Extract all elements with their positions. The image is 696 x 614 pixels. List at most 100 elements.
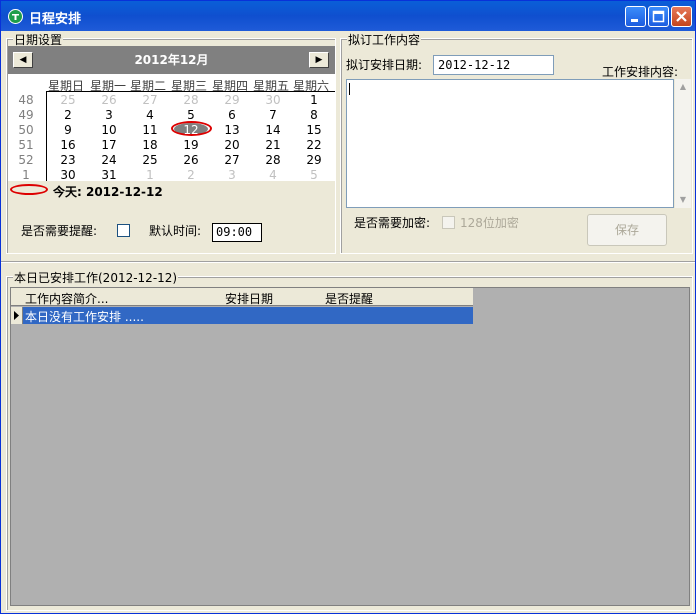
default-time-input[interactable]: 09:00 xyxy=(212,223,262,242)
calendar-day[interactable]: 1 xyxy=(130,168,170,182)
close-button[interactable] xyxy=(671,6,692,27)
calendar-dow: 星期三 xyxy=(171,79,208,93)
calendar-day[interactable]: 31 xyxy=(89,168,129,182)
calendar-day[interactable]: 11 xyxy=(130,123,170,137)
calendar-day[interactable]: 14 xyxy=(253,123,293,137)
calendar-day[interactable]: 15 xyxy=(294,123,334,137)
calendar-week-number: 50 xyxy=(18,123,34,137)
calendar-day[interactable]: 13 xyxy=(212,123,252,137)
arrow-right-icon: ▶ xyxy=(315,55,323,65)
reminder-label: 是否需要提醒: xyxy=(21,224,98,238)
calendar-day[interactable]: 12 xyxy=(171,123,211,137)
calendar-day[interactable]: 19 xyxy=(171,138,211,152)
arrow-left-icon: ◀ xyxy=(19,55,27,65)
calendar-day[interactable]: 26 xyxy=(89,93,129,107)
grid-header: 工作内容简介... 安排日期 是否提醒 xyxy=(11,288,473,306)
scheduled-legend: 本日已安排工作(2012-12-12) xyxy=(13,269,179,286)
calendar-day[interactable]: 22 xyxy=(294,138,334,152)
minimize-button[interactable] xyxy=(625,6,646,27)
calendar-dow: 星期六 xyxy=(293,79,330,93)
draft-legend: 拟订工作内容 xyxy=(347,31,422,48)
calendar-day[interactable]: 2 xyxy=(48,108,88,122)
draft-date-label: 拟订安排日期: xyxy=(346,58,423,72)
main-window: 日程安排 日期设置 2012年12月 ◀ ▶ 星期日 星期一 星期二 星期三 星期四 星期… xyxy=(0,0,696,614)
col-reminder[interactable]: 是否提醒 xyxy=(325,290,373,307)
col-date[interactable]: 安排日期 xyxy=(225,290,273,307)
splitter[interactable] xyxy=(1,261,695,263)
calendar-week-number: 52 xyxy=(18,153,34,167)
calendar-day[interactable]: 10 xyxy=(89,123,129,137)
content-scrollbar[interactable]: ▲ ▼ xyxy=(675,79,691,208)
calendar-day[interactable]: 25 xyxy=(130,153,170,167)
app-icon xyxy=(8,9,23,24)
calendar-day[interactable]: 28 xyxy=(171,93,211,107)
calendar-day[interactable]: 25 xyxy=(48,93,88,107)
calendar-day[interactable]: 26 xyxy=(171,153,211,167)
today-annotation-circle xyxy=(10,184,48,195)
calendar-day[interactable]: 8 xyxy=(294,108,334,122)
calendar-dow: 星期日 xyxy=(48,79,85,93)
calendar-header: 2012年12月 ◀ ▶ xyxy=(8,46,335,74)
maximize-icon xyxy=(652,10,665,23)
calendar-day[interactable]: 9 xyxy=(48,123,88,137)
calendar-day[interactable]: 17 xyxy=(89,138,129,152)
encrypt-option-label: 128位加密 xyxy=(460,216,519,230)
calendar-day[interactable]: 30 xyxy=(48,168,88,182)
calendar-day[interactable]: 27 xyxy=(130,93,170,107)
draft-date-input[interactable]: 2012-12-12 xyxy=(433,55,554,75)
calendar-day[interactable]: 23 xyxy=(48,153,88,167)
calendar-day[interactable]: 4 xyxy=(253,168,293,182)
calendar-dow: 星期二 xyxy=(130,79,167,93)
encrypt-checkbox[interactable] xyxy=(442,216,455,229)
calendar-dow: 星期五 xyxy=(253,79,290,93)
title-bar[interactable]: 日程安排 xyxy=(1,1,695,31)
text-cursor xyxy=(349,83,350,95)
scroll-down-icon[interactable]: ▼ xyxy=(675,192,691,208)
calendar-day[interactable]: 6 xyxy=(212,108,252,122)
calendar-week-number: 51 xyxy=(18,138,34,152)
calendar-prev-button[interactable]: ◀ xyxy=(13,52,33,68)
today-link[interactable]: 今天: 2012-12-12 xyxy=(53,183,163,200)
table-row[interactable]: 本日没有工作安排 ..... xyxy=(11,307,473,324)
calendar-day[interactable]: 2 xyxy=(171,168,211,182)
calendar-day[interactable]: 21 xyxy=(253,138,293,152)
scroll-up-icon[interactable]: ▲ xyxy=(675,79,691,95)
calendar-day[interactable]: 24 xyxy=(89,153,129,167)
default-time-label: 默认时间: xyxy=(149,224,202,238)
calendar-day[interactable]: 27 xyxy=(212,153,252,167)
calendar-day[interactable]: 28 xyxy=(253,153,293,167)
calendar-day[interactable]: 30 xyxy=(253,93,293,107)
calendar-next-button[interactable]: ▶ xyxy=(309,52,329,68)
content-textarea[interactable] xyxy=(346,79,674,208)
calendar-week-number: 1 xyxy=(22,168,30,182)
calendar-day[interactable]: 29 xyxy=(294,153,334,167)
maximize-button[interactable] xyxy=(648,6,669,27)
scheduled-grid[interactable]: 工作内容简介... 安排日期 是否提醒 本日没有工作安排 ..... xyxy=(10,287,690,606)
calendar-day[interactable]: 3 xyxy=(89,108,129,122)
row-summary: 本日没有工作安排 ..... xyxy=(25,310,144,324)
calendar-day[interactable]: 7 xyxy=(253,108,293,122)
calendar-day[interactable]: 1 xyxy=(294,93,334,107)
calendar-day[interactable]: 5 xyxy=(171,108,211,122)
close-icon xyxy=(676,11,687,22)
calendar-day[interactable]: 5 xyxy=(294,168,334,182)
col-summary[interactable]: 工作内容简介... xyxy=(25,290,108,307)
window-title: 日程安排 xyxy=(29,12,82,27)
calendar-day[interactable]: 18 xyxy=(130,138,170,152)
calendar-dow: 星期四 xyxy=(212,79,249,93)
reminder-checkbox[interactable] xyxy=(117,224,130,237)
calendar-week-number: 49 xyxy=(18,108,34,122)
calendar-day[interactable]: 29 xyxy=(212,93,252,107)
calendar-day[interactable]: 20 xyxy=(212,138,252,152)
calendar-week-divider xyxy=(46,92,47,181)
calendar-day[interactable]: 3 xyxy=(212,168,252,182)
calendar-day[interactable]: 16 xyxy=(48,138,88,152)
calendar[interactable]: 2012年12月 ◀ ▶ 星期日 星期一 星期二 星期三 星期四 星期五 星期六 48 25 26… xyxy=(8,46,335,182)
minimize-icon xyxy=(631,19,638,22)
content-label: 工作安排内容: xyxy=(602,65,679,79)
row-pointer-icon xyxy=(14,311,19,320)
save-button[interactable]: 保存 xyxy=(587,214,667,246)
calendar-month-label: 2012年12月 xyxy=(134,53,209,67)
calendar-day[interactable]: 4 xyxy=(130,108,170,122)
calendar-week-number: 48 xyxy=(18,93,34,107)
